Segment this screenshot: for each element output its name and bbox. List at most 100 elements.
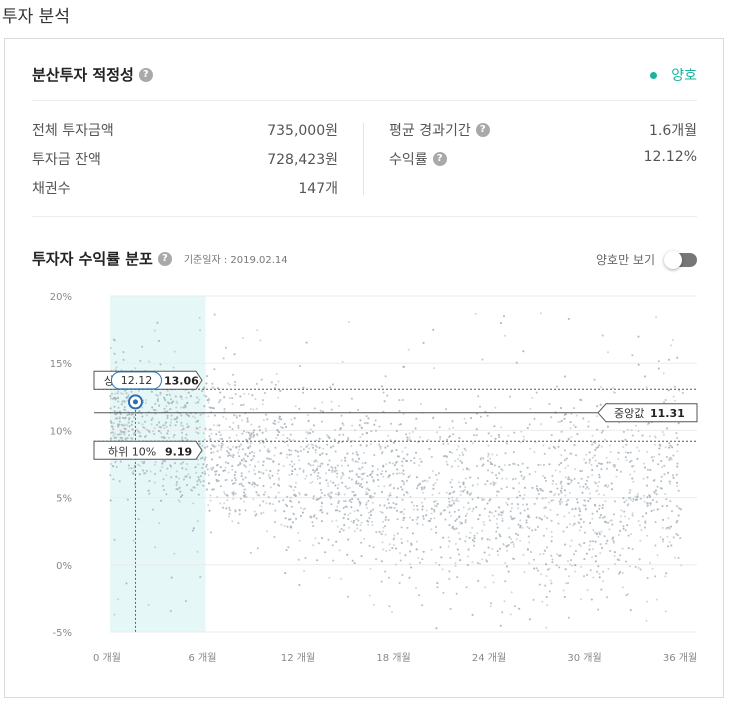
scatter-point [434,482,437,485]
scatter-point [435,526,437,528]
scatter-point [401,488,404,491]
scatter-point [442,455,445,458]
scatter-point [223,502,226,505]
scatter-point [593,454,596,457]
scatter-point [522,478,525,480]
scatter-point [114,461,117,464]
scatter-point [119,436,122,439]
scatter-point [652,479,655,482]
scatter-point [260,378,263,381]
scatter-point [504,334,506,337]
scatter-point [550,582,553,585]
scatter-point [580,526,583,528]
scatter-point [172,366,175,369]
scatter-point [509,515,512,518]
scatter-point [120,423,123,426]
scatter-point [646,450,649,453]
scatter-point [381,511,384,514]
scatter-point [118,433,121,436]
scatter-point [564,543,567,546]
scatter-point [180,424,182,427]
scatter-point [368,544,371,547]
scatter-point [281,426,284,429]
scatter-point [194,416,197,419]
scatter-point [219,502,221,505]
scatter-point [201,471,204,474]
scatter-point [170,418,173,421]
scatter-point [311,521,314,524]
scatter-point [320,420,323,423]
scatter-point [365,501,368,504]
scatter-point [401,480,404,482]
scatter-point [314,459,317,462]
scatter-point [672,454,675,457]
scatter-point [130,467,133,470]
scatter-point [130,413,133,416]
scatter-point [575,454,577,457]
scatter-point [122,358,125,361]
scatter-point [431,493,434,496]
scatter-point [564,494,567,497]
scatter-point [126,414,129,416]
scatter-point [307,451,309,453]
scatter-point [631,548,634,551]
scatter-point [185,468,188,471]
scatter-point [282,434,285,437]
scatter-point [330,471,333,474]
scatter-point [323,494,326,497]
scatter-point [623,510,626,513]
scatter-point [154,546,157,549]
scatter-point [526,508,529,511]
scatter-point [180,421,183,424]
scatter-point [519,539,522,542]
scatter-point [235,414,238,417]
scatter-point [513,605,516,608]
scatter-point [207,401,210,404]
scatter-point [258,504,261,507]
scatter-point [658,447,661,450]
scatter-point [396,472,399,475]
scatter-point [198,442,201,445]
scatter-point [315,517,318,520]
scatter-point [416,522,419,525]
scatter-point [305,431,308,434]
scatter-point [499,624,502,627]
scatter-point [218,473,221,476]
scatter-point [642,494,645,497]
scatter-point [205,488,208,491]
scatter-point [292,489,295,492]
scatter-point [248,482,251,485]
scatter-point [312,525,315,527]
scatter-point [402,413,405,415]
scatter-point [420,488,423,491]
scatter-point [277,396,280,399]
scatter-point [662,372,665,375]
scatter-point [669,500,672,503]
scatter-point [544,497,547,500]
scatter-point [378,443,381,446]
scatter-point [234,384,237,387]
scatter-point [228,436,231,439]
scatter-point [424,479,426,482]
scatter-point [359,529,362,532]
scatter-point [231,397,234,400]
scatter-point [671,446,673,449]
scatter-point [471,484,474,487]
scatter-point [539,463,542,466]
scatter-point [498,436,501,439]
scatter-point [508,536,511,539]
scatter-point [155,394,158,396]
scatter-point [607,484,610,487]
scatter-point [243,500,246,503]
scatter-point [567,498,570,501]
scatter-point [383,485,386,488]
scatter-point [439,513,442,516]
scatter-point [415,518,418,521]
scatter-point [396,532,399,535]
scatter-point [644,375,647,378]
scatter-point [420,460,423,463]
scatter-point [142,426,145,429]
scatter-point [251,394,254,397]
scatter-point [656,508,659,511]
scatter-point [494,437,497,440]
